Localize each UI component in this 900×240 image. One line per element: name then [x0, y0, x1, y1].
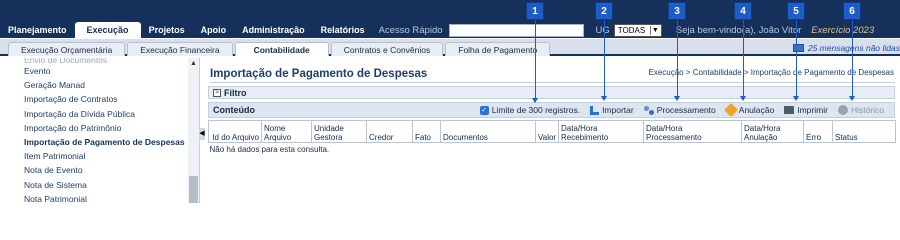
sidebar-item-geracao-manad[interactable]: Geração Manad — [0, 78, 188, 92]
sub-tabs: Execução Orçamentária Execução Financeir… — [8, 42, 552, 56]
printer-icon — [784, 106, 795, 114]
ug-select-value: TODAS — [617, 26, 646, 35]
welcome-message: Seja bem-vindo(a), João Vitor — [675, 25, 802, 36]
column-header[interactable]: Nome Arquivo — [261, 120, 312, 143]
callout-pointer-1 — [532, 20, 538, 103]
column-header[interactable]: Valor — [535, 120, 559, 143]
imprimir-label: Imprimir — [797, 105, 828, 115]
checkbox-checked-icon[interactable]: ✓ — [479, 105, 489, 115]
callout-marker-6: 6 — [843, 2, 861, 20]
callout-marker-2: 2 — [595, 2, 613, 20]
column-header[interactable]: Credor — [366, 120, 413, 143]
sidebar-item-nota-evento[interactable]: Nota de Evento — [0, 163, 188, 177]
mail-icon — [792, 44, 804, 52]
history-icon — [837, 105, 848, 115]
limit-records-label: Limite de 300 registros. — [491, 105, 581, 115]
column-header[interactable]: Data/Hora Recebimento — [558, 120, 644, 143]
nav-item-administracao[interactable]: Administração — [234, 22, 313, 39]
callout-pointer-3 — [674, 20, 680, 101]
callout-marker-5: 5 — [787, 2, 805, 20]
callout-marker-1: 1 — [526, 2, 544, 20]
acesso-rapido-input[interactable] — [448, 24, 584, 37]
sidebar-item-nota-sistema[interactable]: Nota de Sistema — [0, 178, 188, 192]
breadcrumb: Execução > Contabilidade > Importação de… — [648, 68, 895, 77]
callout-marker-4: 4 — [734, 2, 752, 20]
imprimir-button[interactable]: Imprimir — [784, 105, 828, 115]
chevron-down-icon: ▼ — [649, 26, 660, 35]
nav-item-projetos[interactable]: Projetos — [141, 22, 193, 39]
callout-pointer-6 — [849, 20, 855, 101]
nav-item-relatorios[interactable]: Relatórios — [313, 22, 373, 39]
sidebar: Envio de Documentos Evento Geração Manad… — [0, 58, 200, 203]
nav-item-apoio[interactable]: Apoio — [193, 22, 235, 39]
sidebar-item-nota-patrimonial[interactable]: Nota Patrimonial — [0, 192, 188, 203]
tab-execucao-financeira[interactable]: Execução Financeira — [127, 42, 233, 56]
gears-icon — [643, 105, 654, 115]
anulacao-label: Anulação — [738, 105, 775, 115]
column-header[interactable]: Data/Hora Processamento — [643, 120, 742, 143]
import-icon — [590, 105, 600, 115]
processamento-button[interactable]: Processamento — [643, 105, 716, 115]
table-header-row: Id do Arquivo Nome Arquivo Unidade Gesto… — [208, 120, 896, 143]
filter-label: Filtro — [224, 87, 247, 98]
tab-contratos-convenios[interactable]: Contratos e Convênios — [330, 42, 444, 56]
nav-item-planejamento[interactable]: Planejamento — [0, 22, 75, 39]
tab-contabilidade[interactable]: Contabilidade — [234, 42, 329, 56]
importar-button[interactable]: Importar — [590, 105, 634, 115]
column-header[interactable]: Erro — [803, 120, 833, 143]
content-label: Conteúdo — [213, 105, 255, 115]
sub-tab-bar: Execução Orçamentária Execução Financeir… — [0, 39, 900, 56]
historico-button[interactable]: Histórico — [837, 105, 884, 115]
importar-label: Importar — [602, 105, 634, 115]
sidebar-item-importacao-pagamento[interactable]: Importação de Pagamento de Despesas — [0, 135, 188, 149]
column-header[interactable]: Documentos — [440, 120, 536, 143]
data-grid: Id do Arquivo Nome Arquivo Unidade Gesto… — [208, 120, 896, 156]
processamento-label: Processamento — [656, 105, 716, 115]
sidebar-item-importacao-contratos[interactable]: Importação de Contratos — [0, 92, 188, 106]
unread-messages-link[interactable]: 25 mensagens não lidas — [792, 43, 900, 53]
column-header[interactable]: Unidade Gestora — [311, 120, 367, 143]
anulacao-button[interactable]: Anulação — [723, 102, 775, 118]
filter-panel-header[interactable]: > Filtro — [208, 86, 895, 99]
ug-label: UG — [595, 25, 610, 36]
sidebar-item-importacao-patrimonio[interactable]: Importação do Patrimônio — [0, 121, 188, 135]
callout-marker-3: 3 — [668, 2, 686, 20]
acesso-rapido-label: Acesso Rápido — [378, 25, 443, 36]
sidebar-item-evento[interactable]: Evento — [0, 64, 188, 78]
expand-toggle-icon[interactable]: > — [213, 88, 221, 97]
top-nav-row: Planejamento Execução Projetos Apoio Adm… — [0, 22, 900, 39]
page-title: Importação de Pagamento de Despesas — [210, 68, 428, 80]
title-divider — [210, 82, 895, 83]
column-header[interactable]: Status — [832, 120, 896, 143]
table-row: Não há dados para esta consulta. — [209, 143, 896, 157]
exercicio-label[interactable]: Exercício 2023 — [811, 25, 874, 36]
column-header[interactable]: Id do Arquivo — [208, 120, 262, 143]
sidebar-item-importacao-divida[interactable]: Importação da Dívida Pública — [0, 107, 188, 121]
content-toolbar: Conteúdo ✓ Limite de 300 registros. Impo… — [208, 102, 895, 118]
nav-item-execucao[interactable]: Execução — [74, 22, 141, 39]
sidebar-menu: Envio de Documentos Evento Geração Manad… — [0, 58, 188, 203]
callout-pointer-2 — [601, 20, 607, 101]
limit-records-checkbox[interactable]: ✓ Limite de 300 registros. — [479, 105, 581, 115]
scroll-thumb[interactable] — [189, 176, 198, 203]
column-header[interactable]: Fato — [412, 120, 441, 143]
callout-pointer-5 — [793, 20, 799, 101]
historico-label: Histórico — [850, 105, 884, 115]
top-navigation-bar: Planejamento Execução Projetos Apoio Adm… — [0, 0, 900, 39]
tab-execucao-orcamentaria[interactable]: Execução Orçamentária — [8, 42, 126, 56]
unread-messages-text: 25 mensagens não lidas — [807, 43, 900, 53]
empty-message: Não há dados para esta consulta. — [209, 145, 330, 154]
sidebar-item-item-patrimonial[interactable]: Item Patrimonial — [0, 149, 188, 163]
callout-pointer-4 — [740, 20, 746, 101]
column-header[interactable]: Data/Hora Anulação — [741, 120, 804, 143]
scroll-up-arrow-icon[interactable]: ▲ — [188, 60, 199, 68]
sidebar-scrollbar[interactable]: ▲ — [188, 58, 199, 203]
eraser-icon — [723, 102, 738, 118]
ug-select[interactable]: TODAS ▼ — [613, 24, 662, 37]
